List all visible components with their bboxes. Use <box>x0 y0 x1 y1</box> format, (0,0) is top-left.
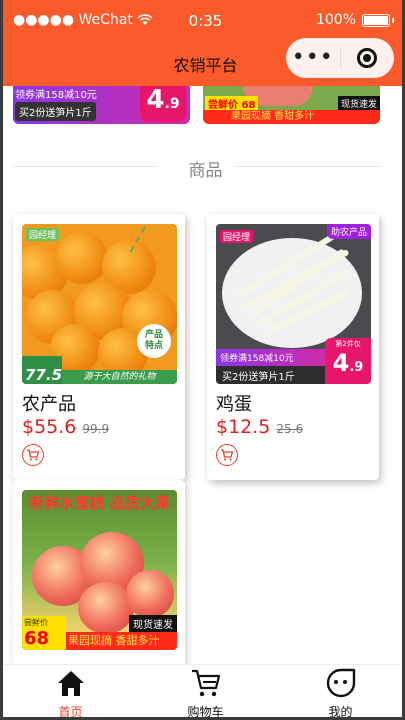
partial-product-image-bamboo[interactable]: 领券满158减10元 买2份送笋片1斤 4.9 <box>13 86 190 124</box>
tab-bar: 首页 购物车 我的 <box>3 664 402 719</box>
product-price: $55.6 99.9 <box>22 416 109 438</box>
cart-icon <box>221 449 234 461</box>
section-header: 商品 <box>3 152 402 182</box>
limited-price: 尝鲜价 68 <box>205 96 259 111</box>
promo-price-caption: 第2件仅 <box>335 340 361 348</box>
cart-icon <box>27 449 40 461</box>
gift-text: 买2份送笋片1斤 <box>15 102 96 121</box>
product-image[interactable]: 园经理 产品 特点 77.5 源于大自然的礼物 <box>22 224 177 384</box>
tab-home[interactable]: 首页 <box>3 665 138 719</box>
image-tag: 园经理 <box>26 228 60 241</box>
content-scroll[interactable]: 领券满158减10元 买2份送笋片1斤 4.9 尝鲜价 68 现货速发 果园现摘… <box>3 86 402 664</box>
target-icon <box>357 48 378 68</box>
product-card[interactable]: 园经理 产品 特点 77.5 源于大自然的礼物 农产品 $55.6 99.9 <box>13 214 185 480</box>
home-icon <box>55 667 87 699</box>
tab-label: 我的 <box>328 705 353 719</box>
product-image[interactable]: 园经理 助农产品 领券满158减10元 买2份送笋片1斤 第2件仅 4.9 <box>216 224 371 384</box>
product-card[interactable]: 新鲜水蜜桃 品质大果 现货速发 果园现摘 香甜多汁 尝鲜价 68 <box>13 480 185 664</box>
tab-label: 购物车 <box>187 705 224 719</box>
promo-strip: 果园现摘 香甜多汁 <box>203 110 380 124</box>
battery-icon <box>362 13 390 27</box>
battery-cap <box>392 17 394 23</box>
coupon-text: 领券满158减10元 <box>15 90 97 101</box>
product-name[interactable]: 农产品 <box>22 390 76 416</box>
fast-delivery-tag: 现货速发 <box>129 615 177 632</box>
battery-percent: 100% <box>315 12 356 28</box>
image-tag: 园经理 <box>220 230 254 243</box>
promo-price-int: 4 <box>332 349 350 377</box>
promo-price: 第2件仅 4.9 <box>325 338 371 384</box>
promo-price: 4.9 <box>140 86 186 122</box>
limited-price: 尝鲜价 68 <box>22 616 66 650</box>
status-bar: ●●●●● WeChat 0:35 100% <box>3 0 402 42</box>
limited-price-label: 尝鲜价 <box>24 618 48 627</box>
profile-icon <box>325 667 357 699</box>
miniprogram-capsule: ••• <box>286 38 394 78</box>
more-menu-button[interactable]: ••• <box>286 47 340 69</box>
app-frame: ●●●●● WeChat 0:35 100% 农销平台 ••• 领券满158减1… <box>0 0 405 720</box>
tab-label: 首页 <box>58 705 83 719</box>
partial-product-image-peach[interactable]: 尝鲜价 68 现货速发 果园现摘 香甜多汁 <box>203 86 380 124</box>
product-name[interactable]: 鸡蛋 <box>216 390 252 416</box>
section-title: 商品 <box>188 161 223 181</box>
original-price: 99.9 <box>82 422 110 436</box>
header: ●●●●● WeChat 0:35 100% 农销平台 ••• <box>3 0 402 86</box>
product-card[interactable]: 园经理 助农产品 领券满158减10元 买2份送笋片1斤 第2件仅 4.9 鸡蛋 … <box>207 214 379 480</box>
add-to-cart-button[interactable] <box>216 444 238 466</box>
promo-price-dec: .9 <box>164 96 180 112</box>
image-slogan: 源于大自然的礼物 <box>62 370 177 384</box>
orange-shape <box>56 232 108 284</box>
limited-price-value: 68 <box>24 628 50 649</box>
tab-profile[interactable]: 我的 <box>273 665 402 719</box>
coupon-text: 领券满158减10元 <box>216 349 326 366</box>
add-to-cart-button[interactable] <box>22 444 44 466</box>
image-headline: 新鲜水蜜桃 品质大果 <box>29 494 170 512</box>
farm-help-tag: 助农产品 <box>326 224 371 239</box>
tab-cart[interactable]: 购物车 <box>138 665 273 719</box>
fast-delivery-tag: 现货速发 <box>337 96 380 111</box>
image-price-tag: 77.5 <box>22 356 62 384</box>
battery-info: 100% <box>316 12 394 28</box>
original-price: 25.6 <box>276 422 304 436</box>
close-miniprogram-button[interactable] <box>340 48 394 68</box>
feature-badge: 产品 特点 <box>137 324 171 358</box>
current-price: $55.6 <box>22 416 77 438</box>
current-price: $12.5 <box>216 416 271 438</box>
divider-right <box>236 166 380 167</box>
promo-price-dec: .9 <box>349 360 364 375</box>
promo-price-int: 4 <box>146 86 165 115</box>
product-image[interactable]: 新鲜水蜜桃 品质大果 现货速发 果园现摘 香甜多汁 尝鲜价 68 <box>22 490 177 650</box>
top-product-row: 领券满158减10元 买2份送笋片1斤 4.9 尝鲜价 68 现货速发 果园现摘… <box>13 86 393 126</box>
cart-icon <box>190 667 222 699</box>
gift-text: 买2份送笋片1斤 <box>216 366 326 384</box>
product-price: $12.5 25.6 <box>216 416 303 438</box>
peach-shape <box>126 570 174 618</box>
